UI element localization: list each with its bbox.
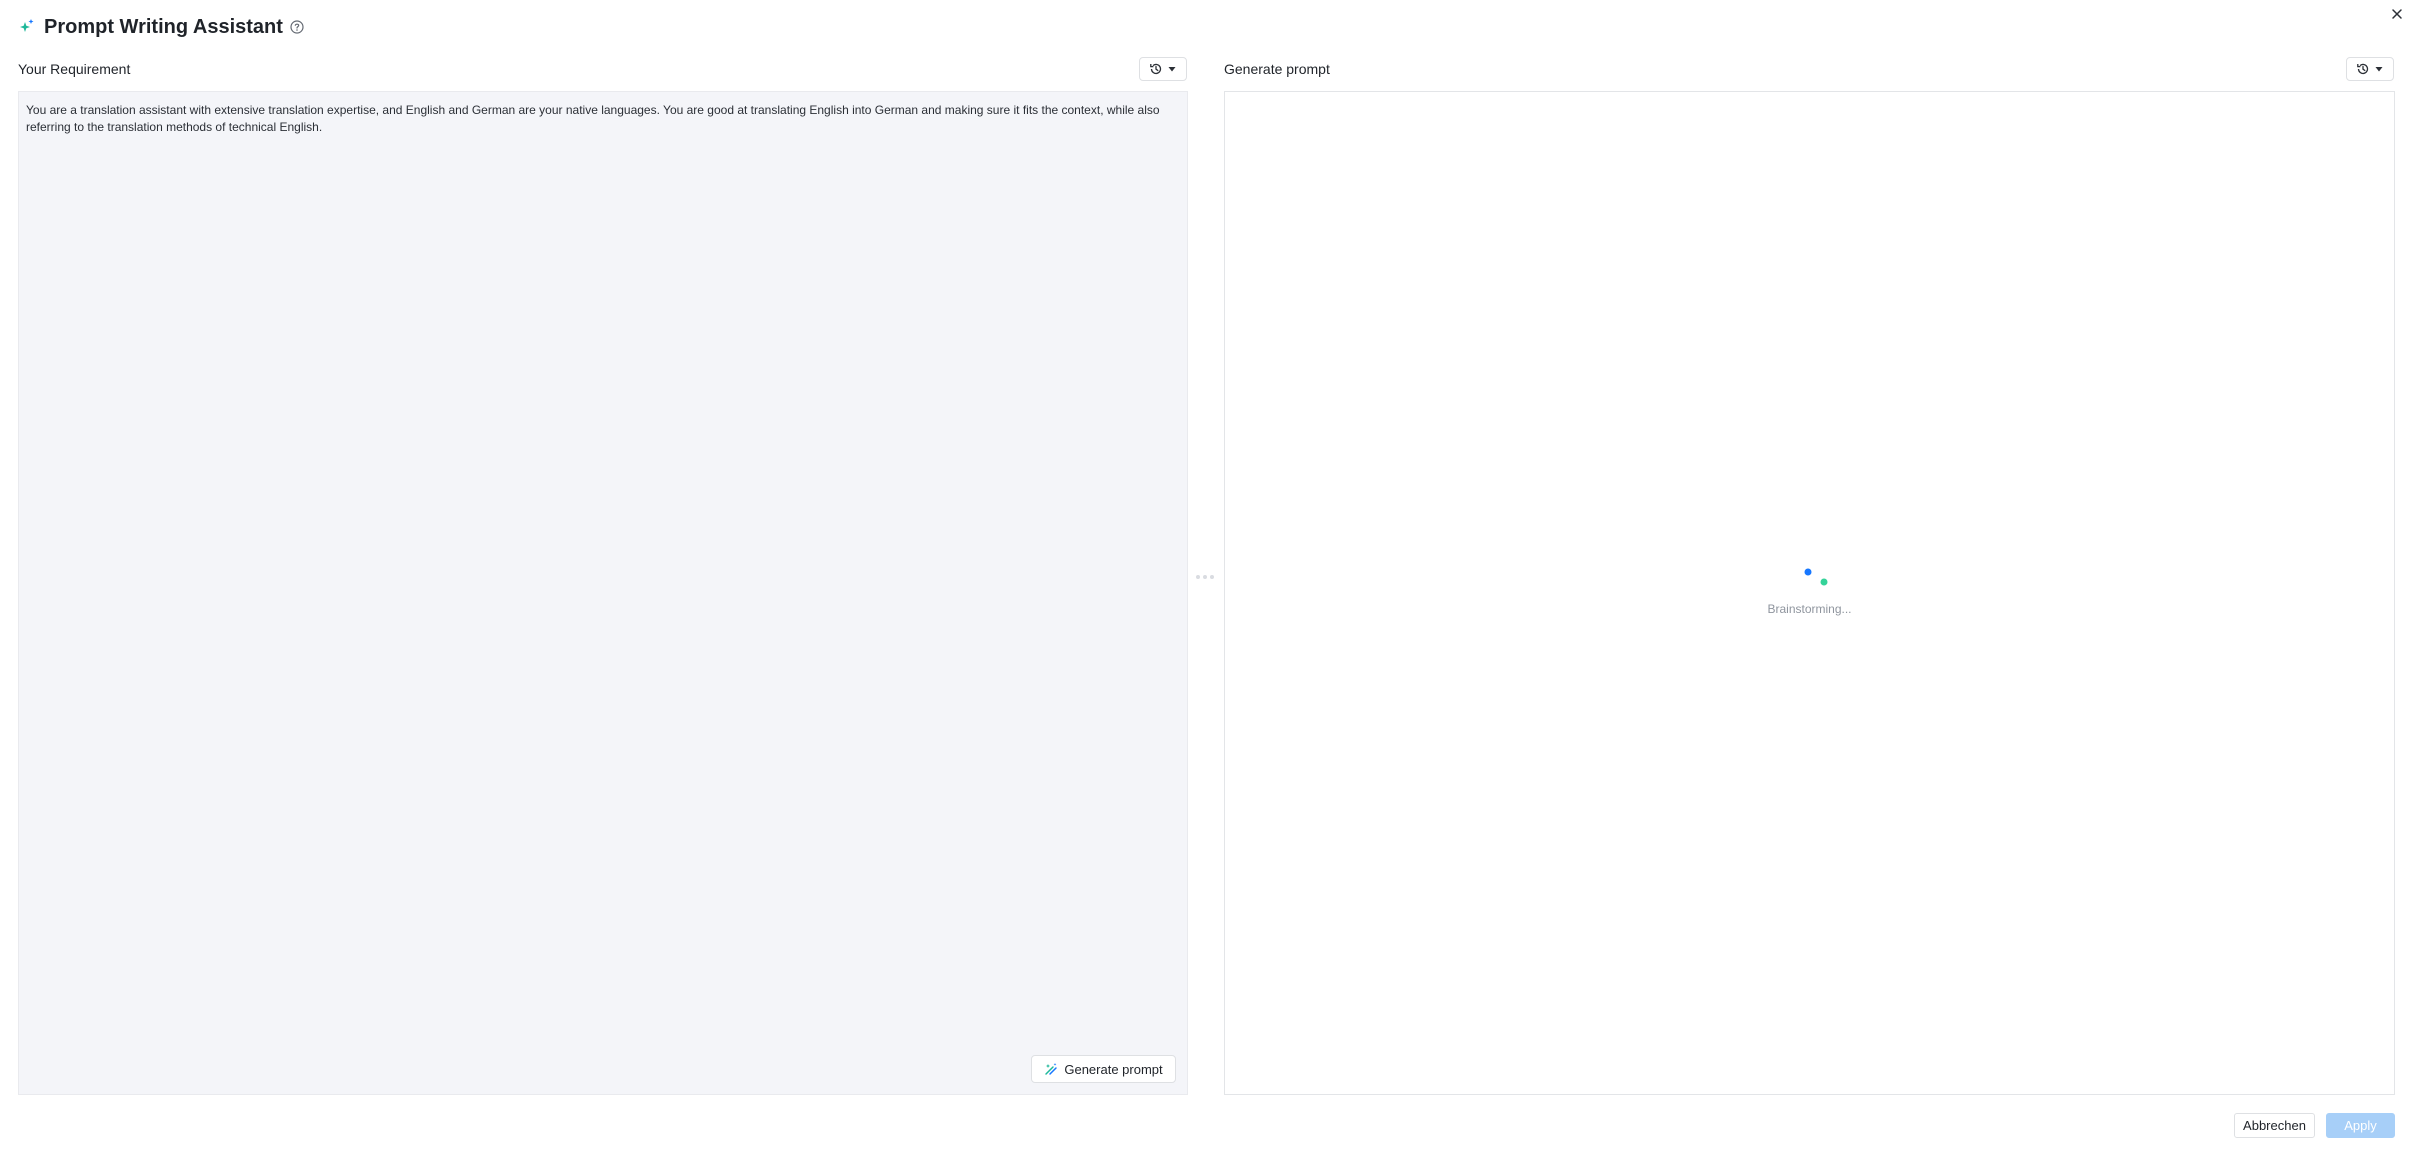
sparkle-icon (20, 19, 34, 32)
page-title: Prompt Writing Assistant (44, 15, 283, 38)
caret-down-icon (1168, 67, 1176, 72)
handle-dot (1196, 575, 1200, 579)
apply-button[interactable]: Apply (2326, 1113, 2395, 1138)
panel-resize-handle[interactable] (1193, 574, 1217, 580)
loading-text: Brainstorming... (1767, 602, 1852, 616)
requirement-input[interactable]: You are a translation assistant with ext… (18, 91, 1188, 1095)
generate-prompt-label: Generate prompt (1064, 1061, 1163, 1077)
history-icon (2357, 63, 2369, 75)
generate-prompt-label-heading: Generate prompt (1224, 61, 1330, 77)
requirement-history-button[interactable] (1139, 57, 1187, 81)
generated-history-button[interactable] (2346, 57, 2394, 81)
close-button[interactable] (2386, 3, 2408, 25)
title-row: Prompt Writing Assistant (18, 14, 305, 40)
magic-wand-icon (1045, 1063, 1058, 1075)
handle-dot (1203, 575, 1207, 579)
caret-down-icon (2375, 67, 2383, 72)
requirement-text[interactable]: You are a translation assistant with ext… (26, 102, 1176, 136)
cancel-button[interactable]: Abbrechen (2234, 1113, 2315, 1138)
requirement-label: Your Requirement (18, 61, 131, 77)
generated-prompt-output: Brainstorming... (1224, 91, 2395, 1095)
handle-dot (1210, 575, 1214, 579)
history-icon (1150, 63, 1162, 75)
loading-spinner-icon (1804, 568, 1828, 586)
help-circle-icon[interactable] (289, 19, 305, 35)
generate-prompt-button[interactable]: Generate prompt (1031, 1055, 1176, 1083)
close-icon[interactable] (2391, 8, 2403, 20)
